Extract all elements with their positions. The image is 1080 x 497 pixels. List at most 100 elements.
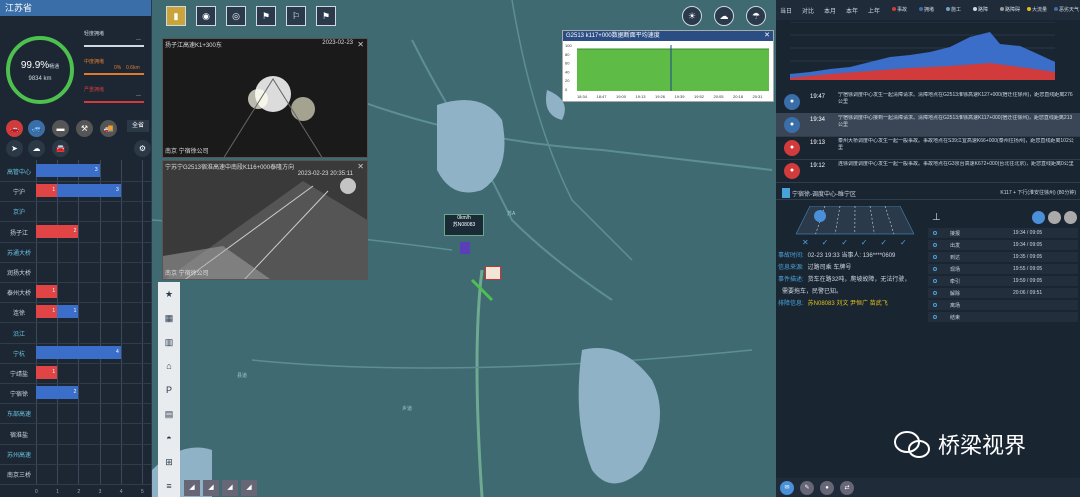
tool-icon-3[interactable]: ◢ [222, 480, 238, 496]
tab-period[interactable]: 本年 [846, 6, 858, 15]
tool-icon-4[interactable]: ◢ [241, 480, 257, 496]
bar-row[interactable]: 宿淮盐 [0, 423, 152, 445]
star-icon[interactable]: ★ [158, 282, 180, 306]
video-icon[interactable] [782, 188, 790, 198]
cloud-icon[interactable]: ☁ [714, 6, 734, 26]
vehicle-plate: 苏N08083 [452, 222, 476, 228]
chart-icon[interactable]: ▥ [158, 330, 180, 354]
avatar[interactable] [1032, 211, 1045, 224]
settings-icon[interactable]: ⚙ [134, 140, 151, 157]
toll-icon[interactable]: ▤ [158, 402, 180, 426]
roadblock-icon[interactable]: ▬ [52, 120, 69, 137]
process-step[interactable]: 接报 19:34 / 09:05 [928, 228, 1078, 239]
speed-chart-close-icon[interactable]: ✕ [764, 31, 770, 39]
speed-chart-title: G2513 k117+000数据断面平均速度 [563, 31, 773, 41]
chart-legend-item: 路障 [973, 6, 988, 13]
speed-x-tick: 19:52 [694, 94, 705, 99]
tool-icon-1[interactable]: ◢ [184, 480, 200, 496]
bar-category: 沿江 [12, 331, 25, 338]
process-step[interactable]: 牵引 19:59 / 09:05 [928, 276, 1078, 287]
tab-period[interactable]: 本月 [824, 6, 836, 15]
flag-check-icon[interactable]: ⚐ [286, 6, 306, 26]
weather-icon[interactable]: ☁ [28, 140, 45, 157]
flag-icon[interactable]: ⚑ [256, 6, 276, 26]
event-item[interactable]: ● 19:13 泰州大桥调度中心发生一起一般事故。事故地点在S39江宜高速K66+0… [776, 136, 1080, 160]
bar-row[interactable]: 沿江 [0, 322, 152, 344]
process-step[interactable]: 现场 19:55 / 09:05 [928, 264, 1078, 275]
bar-row[interactable]: 京沪 [0, 200, 152, 223]
tab-period[interactable]: 对比 [802, 6, 814, 15]
truck-icon[interactable]: 🚚 [100, 120, 117, 137]
speed-x-tick: 19:26 [655, 94, 666, 99]
map-area[interactable]: ▮ ◉ ◎ ⚑ ⚐ ⚑ ☀ ☁ ☂ 扬子江高速K1+300东 2023-02-23 南京 宁宿… [152, 0, 776, 497]
bar-row[interactable]: 宁靖盐 1 [0, 362, 152, 384]
camera-1-close-icon[interactable]: ✕ [357, 40, 364, 49]
building-icon[interactable]: ▦ [158, 306, 180, 330]
bar-row[interactable]: 南京三桥 [0, 463, 152, 485]
lane-open-icon: ✓ [880, 238, 887, 247]
process-step[interactable]: 出发 19:34 / 09:05 [928, 240, 1078, 251]
bar-row[interactable]: 高管中心 3 [0, 160, 152, 182]
accident-icon[interactable]: 🚗 [6, 120, 23, 137]
camera-2-close-icon[interactable]: ✕ [357, 162, 364, 171]
camera-icon[interactable]: ◉ [196, 6, 216, 26]
car-icon[interactable]: 🚙 [28, 120, 45, 137]
province-button[interactable]: 全省 [127, 120, 149, 132]
message-icon[interactable]: ✎ [800, 481, 814, 495]
tool-icon-2[interactable]: ◢ [203, 480, 219, 496]
event-item[interactable]: ● 19:12 连徐调度调度中心发生一起一般事故。事故地点在G3京台高速K672+0… [776, 159, 1080, 183]
bar-row[interactable]: 苏州高速 [0, 443, 152, 465]
process-step[interactable]: 结束 [928, 312, 1078, 323]
parking-icon[interactable]: P [158, 378, 180, 402]
org-tree-icon[interactable]: ⊥ [932, 212, 946, 224]
event-time: 19:47 [810, 94, 826, 100]
legend-bar [84, 45, 144, 47]
menu-icon[interactable]: ≡ [158, 474, 180, 497]
detail-row: 事件描述: 货车在路32吨，爬坡故障，无法行驶， [778, 274, 910, 283]
bar-row[interactable]: 泰州大桥 1 [0, 281, 152, 304]
home-icon[interactable]: ⌂ [158, 354, 180, 378]
bar-row[interactable]: 宁杭 4 [0, 342, 152, 364]
grid-icon[interactable]: ⊞ [158, 450, 180, 474]
toll-station-icon[interactable] [485, 266, 501, 280]
camera-feed-2[interactable]: 宁苏宁G2513宿淮高速中南段K116+000泰隆方向 2023-02-23 2… [162, 160, 368, 280]
legend-dot [973, 7, 977, 11]
traffic-icon[interactable]: 🚘 [52, 140, 69, 157]
step-dot [933, 231, 937, 235]
bar-row[interactable]: 东部高速 [0, 402, 152, 425]
event-item[interactable]: ● 19:34 宁宿徐调度中心接到一起清障请求。清障地点在G2513淮徐高速K117… [776, 113, 1080, 137]
process-step[interactable]: 离场 [928, 300, 1078, 311]
construction-icon[interactable]: ⚒ [76, 120, 93, 137]
navigation-icon[interactable]: ➤ [6, 140, 23, 157]
x-tick-label: 0 [35, 489, 38, 495]
avatar[interactable] [1064, 211, 1077, 224]
bar-row[interactable]: 宁宿徐 2 [0, 382, 152, 405]
traffic-light-icon[interactable]: ▮ [166, 6, 186, 26]
legend-dot [1000, 7, 1004, 11]
camera-feed-1[interactable]: 扬子江高速K1+300东 2023-02-23 南京 宁宿徐公司 ✕ [162, 38, 368, 158]
avatar[interactable] [1048, 211, 1061, 224]
event-item[interactable]: ● 19:47 宁宿徐调度中心发生一起清障请求。清障地点在G2513淮徐高速K127… [776, 90, 1080, 114]
legend-label: 中度拥堵 [84, 59, 105, 65]
tab-period[interactable]: 当日 [780, 6, 792, 15]
bar-row[interactable]: 扬子江 2 [0, 221, 152, 243]
bar-row[interactable]: 宁沪 1 3 [0, 180, 152, 203]
camera-ball-icon[interactable]: ◎ [226, 6, 246, 26]
x-tick-label: 3 [98, 489, 102, 495]
bar-row[interactable]: 连徐 1 1 [0, 301, 152, 324]
vehicle-marker[interactable]: 0km/h 苏N08083 [444, 214, 484, 236]
storm-icon[interactable]: ☂ [746, 6, 766, 26]
tunnel-icon[interactable]: ◓ [158, 426, 180, 450]
bar-row[interactable]: 苏通大桥 [0, 241, 152, 263]
map-label-3: 乡道 [402, 406, 413, 412]
sunny-cloud-icon[interactable]: ☀ [682, 6, 702, 26]
bar-row[interactable]: 润扬大桥 [0, 261, 152, 283]
chat-icon[interactable]: ✉ [780, 481, 794, 495]
transfer-icon[interactable]: ⇄ [840, 481, 854, 495]
flag-x-icon[interactable]: ⚑ [316, 6, 336, 26]
comment-icon[interactable]: ● [820, 481, 834, 495]
process-step[interactable]: 解除 20:06 / 09:51 [928, 288, 1078, 299]
tab-period[interactable]: 上年 [868, 6, 880, 15]
tow-truck-icon[interactable] [460, 242, 470, 254]
process-step[interactable]: 到达 19:35 / 09:05 [928, 252, 1078, 263]
